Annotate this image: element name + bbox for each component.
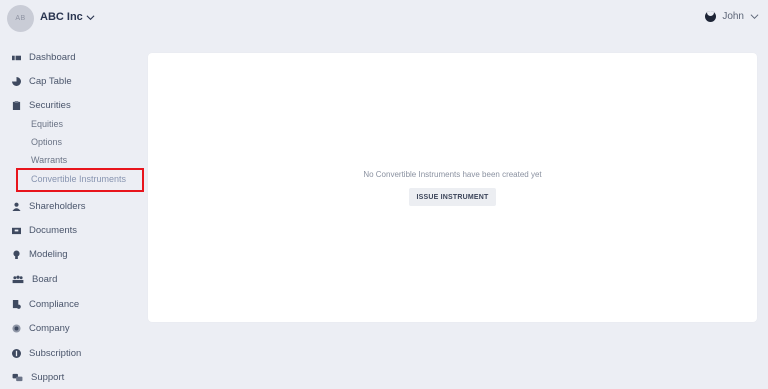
sidebar-item-company[interactable]: Company	[12, 323, 70, 334]
sidebar-item-label: Cap Table	[29, 76, 72, 87]
dollar-icon	[12, 349, 21, 358]
sidebar-item-label: Support	[31, 372, 65, 383]
group-icon	[12, 275, 24, 284]
gear-icon	[12, 324, 21, 333]
user-menu[interactable]: John	[705, 11, 759, 22]
sidebar-item-label: Shareholders	[29, 201, 86, 212]
sidebar-item-subscription[interactable]: Subscription	[12, 348, 81, 359]
sidebar-item-modeling[interactable]: Modeling	[12, 249, 68, 260]
clipboard-icon	[12, 101, 21, 110]
support-icon	[12, 373, 23, 382]
folder-icon	[12, 227, 21, 235]
sidebar-item-label: Securities	[29, 100, 71, 111]
content-card: No Convertible Instruments have been cre…	[148, 53, 757, 322]
sidebar-item-label: Modeling	[29, 249, 68, 260]
sidebar-item-label: Compliance	[29, 299, 80, 310]
dashboard-icon	[12, 55, 21, 61]
sidebar-item-shareholders[interactable]: Shareholders	[12, 201, 86, 212]
sidebar-subitem-convertible-instruments[interactable]: Convertible Instruments	[31, 174, 126, 184]
lightbulb-icon	[13, 250, 20, 259]
sidebar-item-label: Board	[32, 274, 58, 285]
sidebar-subitem-warrants[interactable]: Warrants	[31, 155, 67, 165]
sidebar-item-label: Company	[29, 323, 70, 334]
user-status-icon	[705, 11, 717, 22]
sidebar-subitem-options[interactable]: Options	[31, 137, 62, 147]
sidebar-item-support[interactable]: Support	[12, 372, 64, 383]
sidebar-subitem-equities[interactable]: Equities	[31, 119, 63, 129]
chevron-down-icon	[86, 14, 95, 20]
sidebar-item-dashboard[interactable]: Dashboard	[12, 52, 75, 63]
sidebar-item-securities[interactable]: Securities	[12, 100, 71, 111]
sidebar-item-cap-table[interactable]: Cap Table	[12, 76, 72, 87]
empty-state-message: No Convertible Instruments have been cre…	[363, 170, 542, 179]
sidebar-item-label: Dashboard	[29, 52, 76, 63]
top-bar: AB ABC Inc John	[0, 0, 768, 36]
document-check-icon	[12, 300, 21, 309]
sidebar-item-board[interactable]: Board	[12, 274, 57, 285]
user-name: John	[722, 11, 744, 22]
person-icon	[12, 202, 21, 211]
company-name: ABC Inc	[40, 11, 83, 23]
sidebar-item-documents[interactable]: Documents	[12, 225, 77, 236]
sidebar-item-label: Documents	[29, 225, 78, 236]
company-avatar[interactable]: AB	[7, 5, 34, 32]
chevron-down-icon	[750, 14, 759, 20]
sidebar-item-label: Subscription	[29, 348, 82, 359]
issue-instrument-button[interactable]: ISSUE INSTRUMENT	[409, 188, 496, 206]
avatar-initials: AB	[15, 15, 26, 22]
company-switcher[interactable]: ABC Inc	[40, 11, 95, 23]
pie-chart-icon	[12, 77, 21, 86]
sidebar-item-compliance[interactable]: Compliance	[12, 299, 79, 310]
